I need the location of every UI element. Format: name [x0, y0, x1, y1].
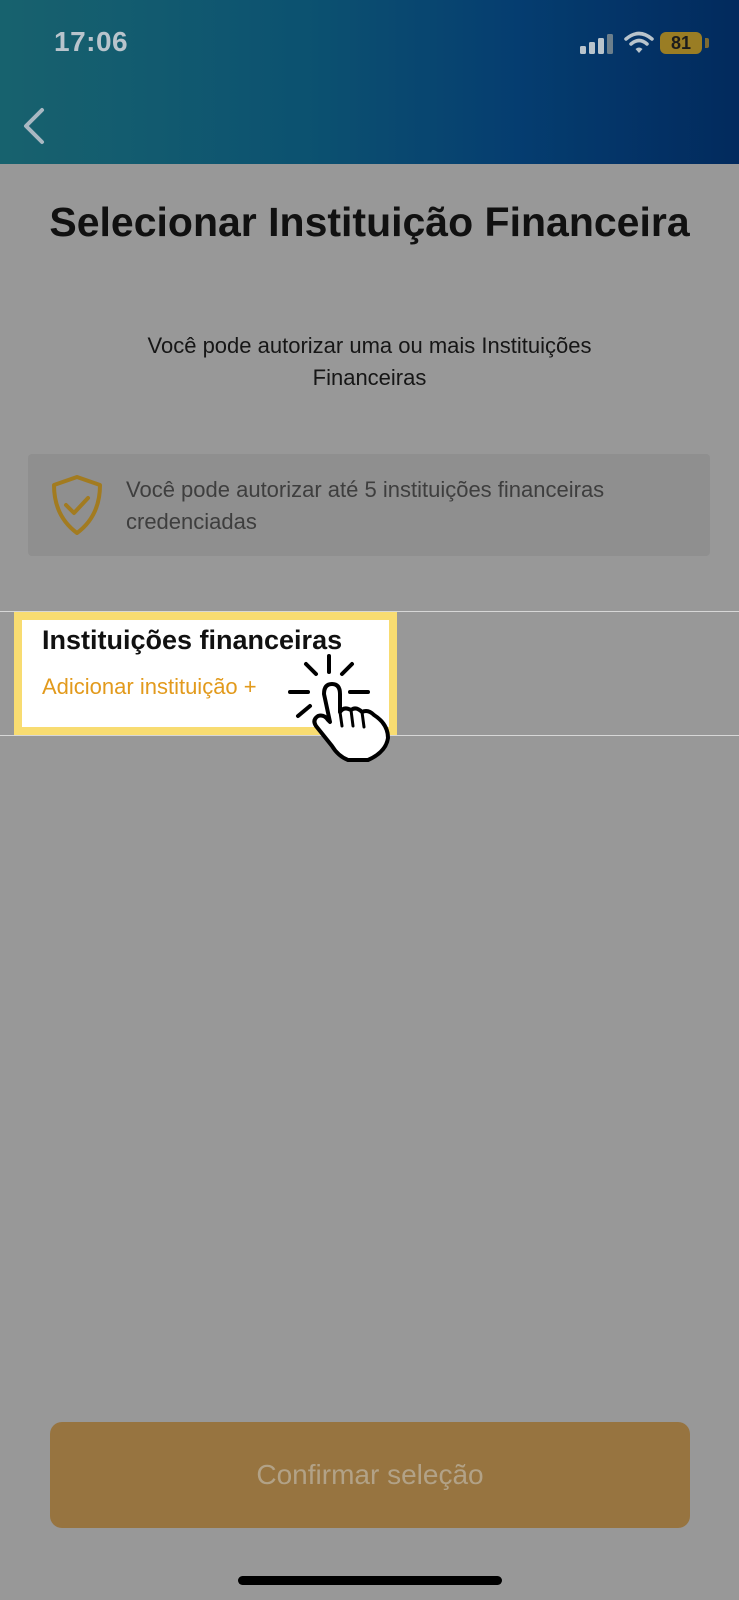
shield-check-icon [52, 475, 102, 535]
wifi-icon [624, 31, 654, 53]
chevron-left-icon[interactable] [18, 104, 54, 148]
battery-icon: 81 [660, 32, 702, 54]
info-text: Você pode autorizar até 5 instituições f… [126, 477, 605, 534]
add-institution-button[interactable]: Adicionar instituição + [42, 674, 257, 700]
page-subtitle: Você pode autorizar uma ou mais Institui… [147, 333, 592, 390]
info-banner: Você pode autorizar até 5 instituições f… [28, 454, 710, 556]
home-indicator [238, 1576, 502, 1585]
tap-hand-icon [288, 654, 390, 762]
signal-icon [580, 34, 613, 54]
header-overlay [0, 0, 739, 164]
page-title: Selecionar Instituição Financeira [49, 199, 690, 245]
status-time: 17:06 [54, 26, 129, 57]
battery-tip [705, 38, 709, 48]
confirm-selection-button[interactable]: Confirmar seleção [50, 1422, 690, 1528]
